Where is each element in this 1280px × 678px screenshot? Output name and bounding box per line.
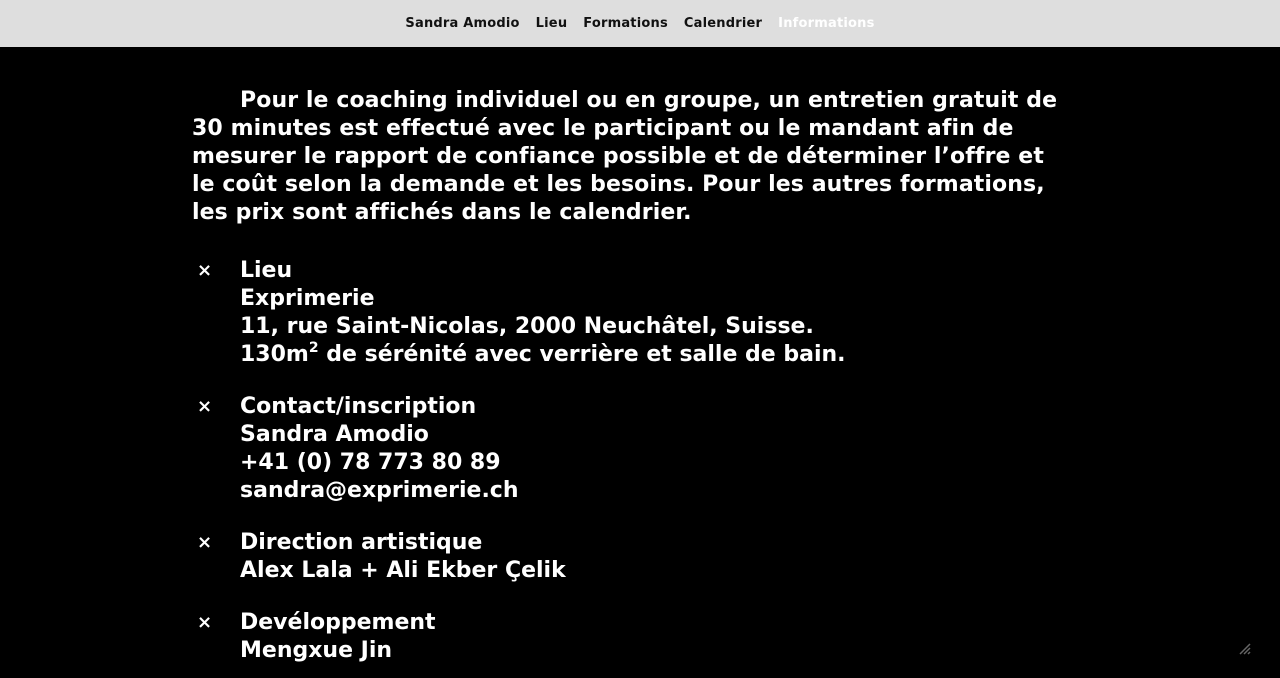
- lieu-area-value: 130m: [240, 342, 309, 367]
- lieu-area: 130m2 de sérénité avec verrière et salle…: [240, 341, 1070, 369]
- lieu-address: 11, rue Saint-Nicolas, 2000 Neuchâtel, S…: [240, 314, 814, 339]
- lieu-title: Lieu: [240, 258, 293, 283]
- dev-toggle-marker[interactable]: ×: [197, 609, 217, 637]
- contact-name: Sandra Amodio: [240, 422, 429, 447]
- contact-toggle-marker[interactable]: ×: [197, 393, 217, 421]
- nav-item-calendrier[interactable]: Calendrier: [684, 16, 762, 31]
- direction-names: Alex Lala + Ali Ekber Çelik: [240, 558, 566, 583]
- direction-toggle-marker[interactable]: ×: [197, 529, 217, 557]
- intro-paragraph: Pour le coaching individuel ou en groupe…: [192, 88, 1058, 225]
- lieu-name: Exprimerie: [240, 286, 375, 311]
- informations-content: Pour le coaching individuel ou en groupe…: [0, 47, 1280, 678]
- direction-title: Direction artistique: [240, 530, 483, 555]
- lieu-area-superscript: 2: [308, 340, 319, 356]
- dev-name: Mengxue Jin: [240, 638, 393, 663]
- lieu-toggle-marker[interactable]: ×: [197, 257, 217, 285]
- nav-item-lieu[interactable]: Lieu: [536, 16, 568, 31]
- expand-icon[interactable]: [1238, 642, 1252, 656]
- nav-item-formations[interactable]: Formations: [583, 16, 668, 31]
- contact-email[interactable]: sandra@exprimerie.ch: [240, 477, 1070, 505]
- contact-title: Contact/inscription: [240, 394, 477, 419]
- lieu-area-description: de sérénité avec verrière et salle de ba…: [318, 342, 846, 367]
- contact-phone[interactable]: +41 (0) 78 773 80 89: [240, 449, 1070, 477]
- dev-title: Devéloppement: [240, 610, 436, 635]
- nav-item-informations[interactable]: Informations: [778, 16, 874, 31]
- nav-item-sandra-amodio[interactable]: Sandra Amodio: [405, 16, 519, 31]
- top-navigation: Sandra Amodio Lieu Formations Calendrier…: [0, 0, 1280, 47]
